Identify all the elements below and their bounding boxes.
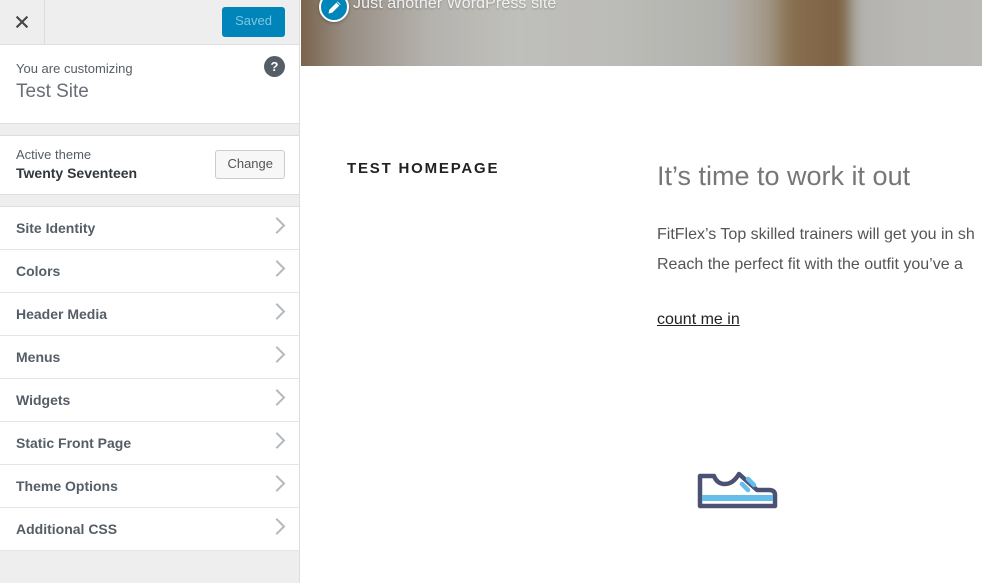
site-tagline: Just another WordPress site — [353, 0, 557, 12]
preview-header: Just another WordPress site — [301, 0, 982, 66]
sidebar-item-label: Theme Options — [16, 477, 118, 494]
close-customizer-button[interactable] — [0, 0, 45, 44]
sidebar-item-label: Header Media — [16, 305, 108, 322]
chevron-right-icon — [275, 517, 286, 540]
sneaker-icon — [695, 462, 780, 522]
sidebar-item-widgets[interactable]: Widgets — [0, 378, 299, 422]
active-theme-text: Active theme Twenty Seventeen — [16, 146, 137, 182]
chevron-right-icon — [275, 388, 286, 411]
paragraph-line-2: Reach the perfect fit with the outfit yo… — [657, 256, 963, 274]
sidebar-item-label: Menus — [16, 348, 61, 365]
sidebar-item-label: Site Identity — [16, 219, 96, 236]
svg-text:?: ? — [271, 59, 279, 74]
sidebar-gap-2 — [0, 194, 299, 206]
panel-paragraph: FitFlex’s Top skilled trainers will get … — [657, 220, 982, 281]
chevron-right-icon — [275, 431, 286, 454]
sidebar-item-label: Colors — [16, 262, 61, 279]
chevron-right-icon — [275, 259, 286, 282]
site-title: Test Site — [16, 81, 89, 103]
chevron-right-icon — [275, 302, 286, 325]
site-preview-frame: Just another WordPress site TEST HOMEPAG… — [301, 0, 982, 583]
active-theme-label: Active theme — [16, 147, 92, 163]
sidebar-item-header-media[interactable]: Header Media — [0, 292, 299, 336]
sidebar-gap-1 — [0, 123, 299, 135]
save-button[interactable]: Saved — [222, 7, 285, 37]
help-circle-icon[interactable]: ? — [264, 56, 285, 77]
call-to-action-wrapper: count me in — [657, 311, 982, 329]
count-me-in-link[interactable]: count me in — [657, 311, 740, 328]
chevron-right-icon — [275, 474, 286, 497]
sidebar-item-label: Static Front Page — [16, 434, 132, 451]
sidebar-item-label: Widgets — [16, 391, 71, 408]
save-button-container: Saved — [222, 0, 299, 44]
sidebar-item-menus[interactable]: Menus — [0, 335, 299, 379]
sidebar-item-colors[interactable]: Colors — [0, 249, 299, 293]
sidebar-item-site-identity[interactable]: Site Identity — [0, 206, 299, 250]
panel-heading: It’s time to work it out — [657, 161, 911, 191]
sidebar-item-theme-options[interactable]: Theme Options — [0, 464, 299, 508]
chevron-right-icon — [275, 345, 286, 368]
active-theme-section: Active theme Twenty Seventeen Change — [0, 134, 299, 195]
customizing-label: You are customizing — [16, 61, 133, 76]
chevron-right-icon — [275, 216, 286, 239]
panel-content: It’s time to work it out FitFlex’s Top s… — [657, 159, 982, 509]
sidebar-item-additional-css[interactable]: Additional CSS — [0, 507, 299, 551]
sidebar-item-label: Additional CSS — [16, 520, 118, 537]
page-title: TEST HOMEPAGE — [347, 160, 500, 177]
customizer-panel-list: Site Identity Colors Header Media Menus — [0, 205, 299, 551]
customizing-title-block: You are customizing Test Site ? — [0, 45, 299, 124]
paragraph-line-1: FitFlex’s Top skilled trainers will get … — [657, 226, 975, 244]
active-theme-name: Twenty Seventeen — [16, 164, 138, 181]
customizer-screen: Saved You are customizing Test Site ? Ac… — [0, 0, 982, 583]
customizer-header-bar: Saved — [0, 0, 299, 45]
sidebar-item-static-front-page[interactable]: Static Front Page — [0, 421, 299, 465]
customizer-sidebar: Saved You are customizing Test Site ? Ac… — [0, 0, 300, 583]
header-spacer — [45, 0, 222, 44]
preview-body: TEST HOMEPAGE It’s time to work it out F… — [301, 66, 982, 583]
close-x-icon — [15, 15, 29, 29]
change-theme-button[interactable]: Change — [215, 149, 285, 180]
